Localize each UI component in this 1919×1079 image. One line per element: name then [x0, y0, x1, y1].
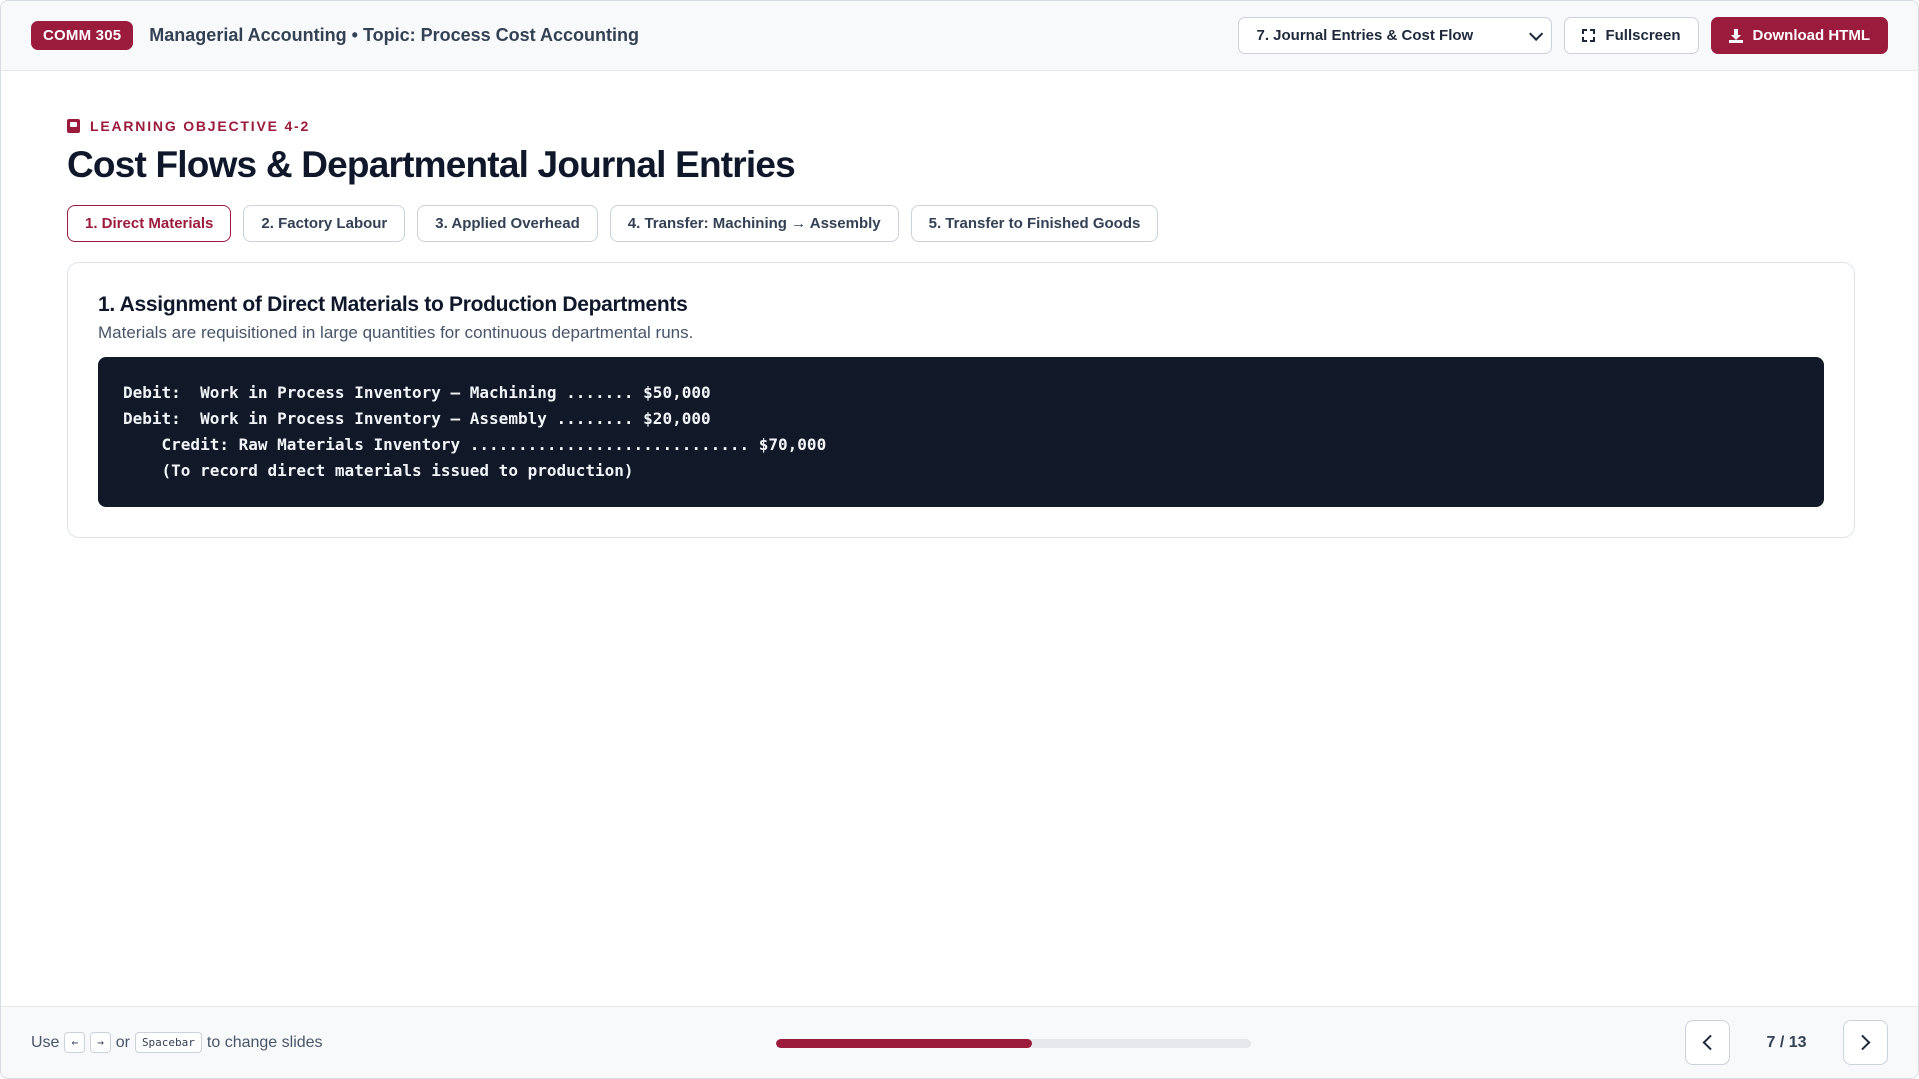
- key-left-arrow: ←: [64, 1032, 86, 1053]
- breadcrumb: Managerial Accounting • Topic: Process C…: [149, 25, 639, 45]
- hint-end: to change slides: [206, 1033, 323, 1051]
- tab-direct-materials[interactable]: 1. Direct Materials: [67, 205, 232, 242]
- download-icon: [1728, 28, 1743, 43]
- journal-entry-code: Debit: Work in Process Inventory — Machi…: [98, 357, 1824, 507]
- keyboard-hint: Use ← → or Spacebar to change slides: [31, 1032, 323, 1053]
- progress-bar: [776, 1039, 1251, 1048]
- key-right-arrow: →: [90, 1032, 111, 1053]
- fullscreen-icon: [1582, 29, 1596, 42]
- tab-factory-labour[interactable]: 2. Factory Labour: [243, 205, 406, 242]
- fullscreen-label: Fullscreen: [1605, 27, 1681, 44]
- key-spacebar: Spacebar: [134, 1032, 202, 1053]
- slide-content: LEARNING OBJECTIVE 4-2 Cost Flows & Depa…: [67, 71, 1855, 538]
- toolbar: 7. Journal Entries & Cost Flow Fullscree…: [1238, 17, 1888, 54]
- chevron-left-icon: [1702, 1034, 1719, 1051]
- slide-select[interactable]: 7. Journal Entries & Cost Flow: [1238, 17, 1553, 54]
- app-window: COMM 305 Managerial Accounting • Topic: …: [0, 0, 1919, 1079]
- card-subtitle: Materials are requisitioned in large qua…: [98, 323, 694, 342]
- chevron-right-icon: [1854, 1034, 1871, 1051]
- progress-fill: [776, 1039, 1032, 1048]
- tab-transfer-machining-assembly[interactable]: 4. Transfer: Machining → Assembly: [609, 205, 899, 242]
- hint-or: or: [115, 1033, 130, 1051]
- objective-label: LEARNING OBJECTIVE 4-2: [90, 118, 311, 134]
- course-badge: COMM 305: [31, 21, 134, 50]
- top-bar: COMM 305 Managerial Accounting • Topic: …: [1, 1, 1918, 71]
- pager: 7 / 13: [1685, 1020, 1888, 1065]
- fullscreen-button[interactable]: Fullscreen: [1564, 17, 1699, 54]
- prev-slide-button[interactable]: [1685, 1020, 1730, 1065]
- tab-transfer-finished-goods[interactable]: 5. Transfer to Finished Goods: [910, 205, 1159, 242]
- book-icon: [67, 119, 80, 133]
- learning-objective: LEARNING OBJECTIVE 4-2: [67, 118, 1855, 134]
- card-title: 1. Assignment of Direct Materials to Pro…: [98, 293, 688, 316]
- entry-tabs: 1. Direct Materials 2. Factory Labour 3.…: [67, 205, 1855, 242]
- entry-card: 1. Assignment of Direct Materials to Pro…: [67, 262, 1855, 538]
- tab-applied-overhead[interactable]: 3. Applied Overhead: [417, 205, 598, 242]
- page-title: Cost Flows & Departmental Journal Entrie…: [67, 144, 796, 185]
- hint-use: Use: [31, 1033, 60, 1051]
- chevron-down-icon: [1529, 26, 1544, 41]
- download-label: Download HTML: [1752, 27, 1870, 44]
- next-slide-button[interactable]: [1843, 1020, 1888, 1065]
- page-indicator: 7 / 13: [1766, 1033, 1807, 1051]
- footer-bar: Use ← → or Spacebar to change slides 7 /…: [1, 1006, 1918, 1078]
- download-html-button[interactable]: Download HTML: [1710, 17, 1888, 54]
- slide-select-value: 7. Journal Entries & Cost Flow: [1256, 27, 1474, 44]
